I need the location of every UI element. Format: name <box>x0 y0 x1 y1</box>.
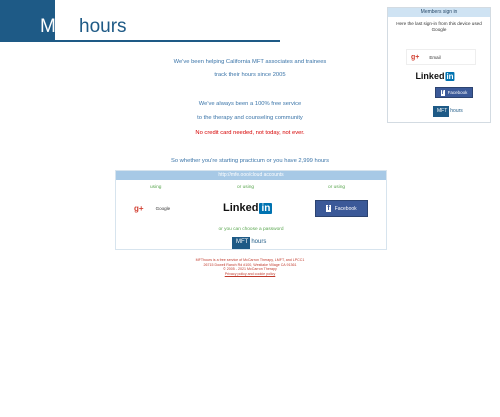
using-label-google: using <box>150 185 162 190</box>
members-note: Here the last sign-in from this device u… <box>396 21 482 32</box>
facebook-signin-label: Facebook <box>334 205 357 212</box>
logo-mft-text: MFT <box>40 16 78 37</box>
site-logo[interactable]: MFT hours <box>0 0 280 42</box>
members-mfthours-button[interactable]: MFT hours <box>433 106 469 117</box>
hero-line-4: to the therapy and counseling community <box>197 115 303 121</box>
google-signin-button[interactable]: g+ Google <box>134 202 180 214</box>
hero-line-1: We've been helping California MFT associ… <box>173 59 327 65</box>
logo-hours-text: hours <box>79 16 127 37</box>
facebook-signin-button[interactable]: f Facebook <box>315 200 368 217</box>
hero-line-5-red2: not ever. <box>282 130 305 136</box>
linkedin-text: Linked <box>223 202 259 214</box>
hero-line-6: So whether you're starting practicum or … <box>170 158 330 164</box>
members-google-label: Email <box>429 54 441 60</box>
using-label-facebook: or using <box>328 185 346 190</box>
mft-badge-a: MFT <box>232 237 251 249</box>
login-header: http://mfe.ooo/cloud accounts <box>116 171 386 180</box>
logo-block: MFT <box>0 0 78 42</box>
members-header: Members sign in <box>388 8 490 17</box>
hero-line-3: We've always been a 100% free service <box>198 101 302 107</box>
google-signin-label: Google <box>155 205 171 211</box>
facebook-icon: f <box>326 205 331 212</box>
mft-badge-b: hours <box>251 239 267 245</box>
members-signin-box: Members sign in Here the last sign-in fr… <box>387 7 491 123</box>
linkedin-in-icon: in <box>445 71 455 81</box>
members-google-button[interactable]: g+ Email <box>406 49 476 65</box>
linkedin-signin-button[interactable]: Linked in <box>223 202 273 214</box>
members-facebook-label: Facebook <box>447 90 468 95</box>
google-plus-icon: g+ <box>134 203 144 213</box>
mft-badge-a: MFT <box>433 106 450 117</box>
login-panel: http://mfe.ooo/cloud accounts using or u… <box>115 170 387 250</box>
hero-line-5: No credit card needed, not today, not ev… <box>120 130 380 136</box>
footer: MFThours is a free service of McCarron T… <box>140 258 360 276</box>
linkedin-text: Linked <box>415 71 445 81</box>
facebook-icon: f <box>440 89 445 96</box>
hero-line-5-red: No credit card needed, not today, <box>195 130 281 136</box>
members-facebook-button[interactable]: f Facebook <box>435 87 473 98</box>
google-plus-icon: g+ <box>411 53 420 61</box>
privacy-policy-link[interactable]: Privacy policy and cookie policy <box>140 272 360 277</box>
logo-underline <box>55 40 280 42</box>
hero-line-2: track their hours since 2005 <box>214 72 286 78</box>
linkedin-in-icon: in <box>259 202 273 214</box>
using-label-linkedin: or using <box>237 185 255 190</box>
members-linkedin-button[interactable]: Linked in <box>415 71 455 81</box>
mft-badge-b: hours <box>450 108 463 114</box>
choose-password-link[interactable]: or you can choose a password <box>116 227 386 232</box>
mfthours-signin-button[interactable]: MFT hours <box>232 237 272 249</box>
